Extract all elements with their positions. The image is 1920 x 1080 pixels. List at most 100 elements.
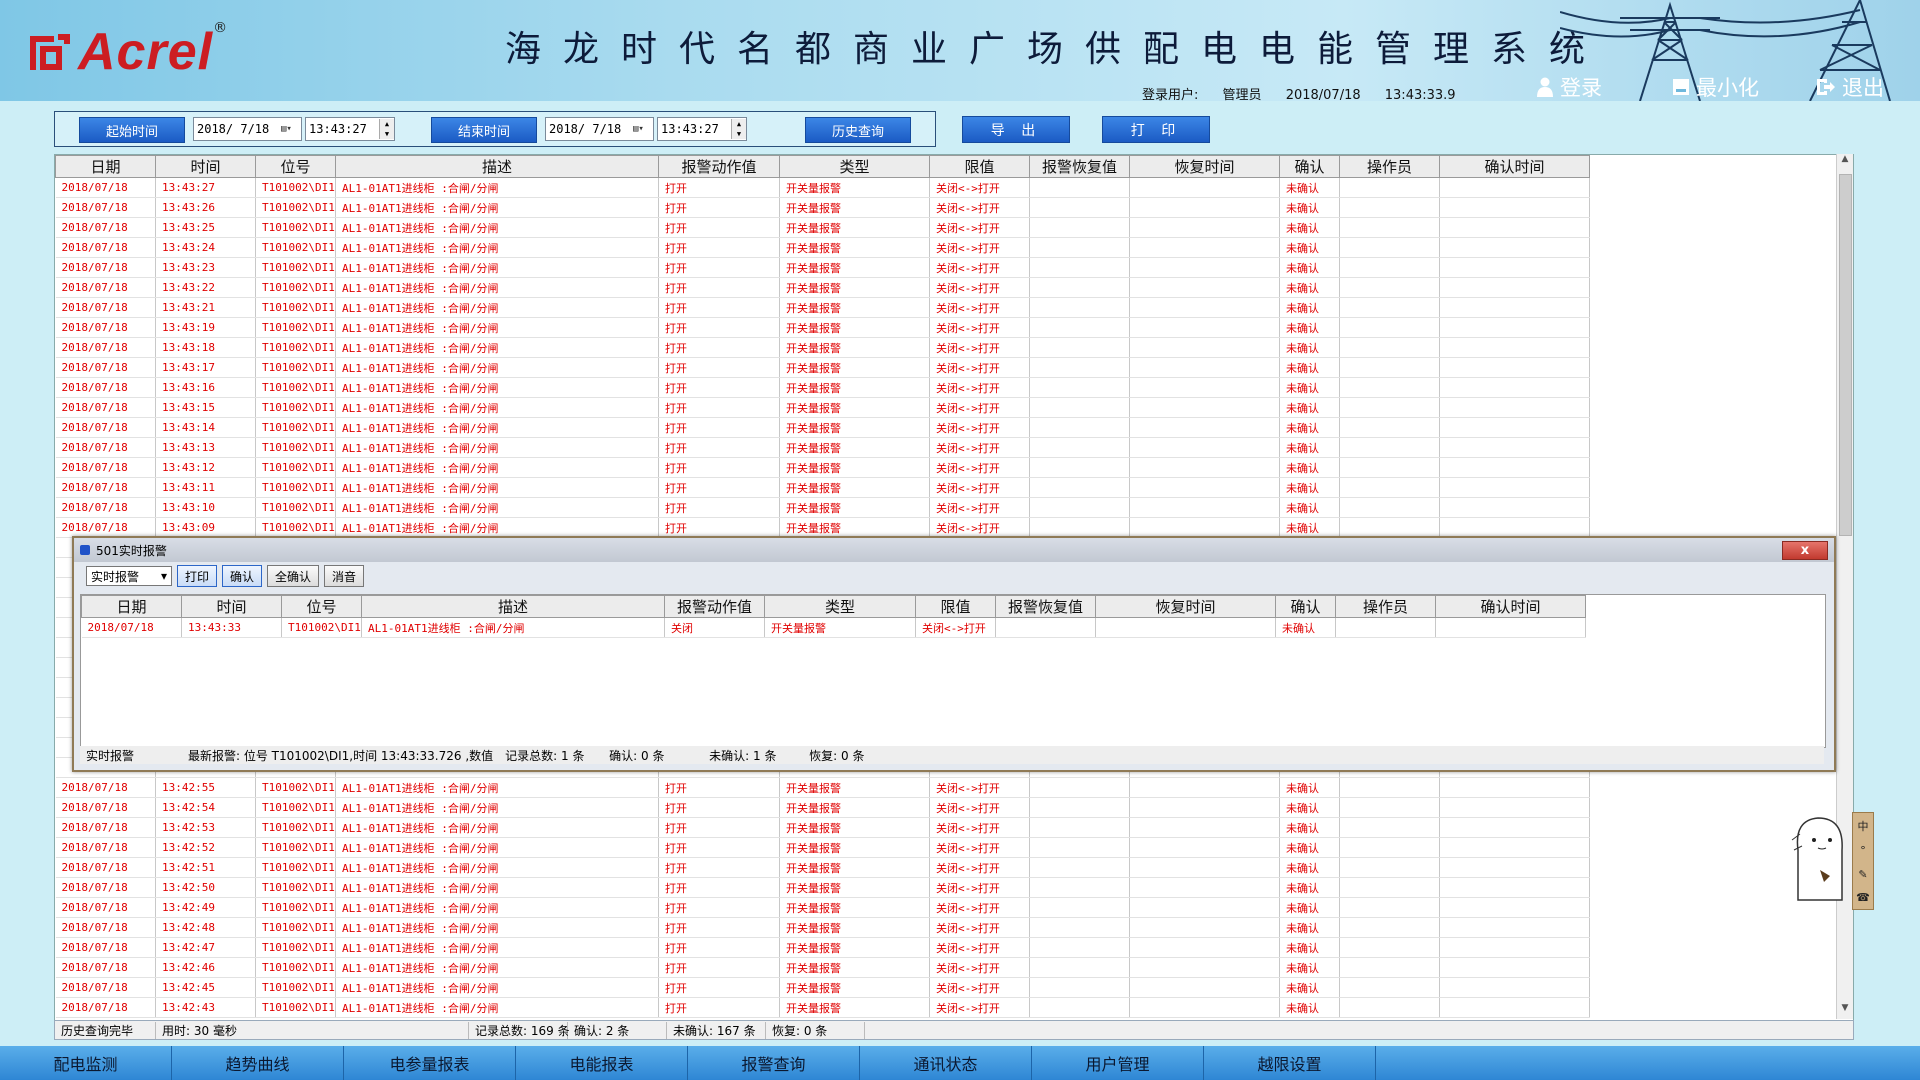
table-row[interactable]: 2018/07/18 13:42:51 T101002\DI1 AL1-01AT1进线… [55,857,1590,878]
column-header[interactable]: 确认 [1279,155,1340,178]
start-date-picker[interactable]: 2018/ 7/18 ▤▾ [193,117,302,141]
export-button[interactable]: 导 出 [962,116,1070,143]
nav-power-monitor[interactable]: 配电监测 [0,1046,172,1080]
cell-confirm: 未确认 [1279,317,1340,338]
table-row[interactable]: 2018/07/18 13:43:17 T101002\DI1 AL1-01AT1进线… [55,357,1590,378]
table-row[interactable]: 2018/07/18 13:43:18 T101002\DI1 AL1-01AT1进线… [55,337,1590,358]
calendar-dropdown-icon[interactable]: ▤▾ [633,124,653,134]
table-row[interactable]: 2018/07/18 13:42:54 T101002\DI1 AL1-01AT1进线… [55,797,1590,818]
alarm-mode-select[interactable]: 实时报警 ▾ [86,566,172,586]
cell-time: 13:43:21 [155,297,256,318]
start-time-picker[interactable]: 13:43:27 ▲ ▼ [305,117,395,141]
table-row[interactable]: 2018/07/18 13:43:16 T101002\DI1 AL1-01AT1进线… [55,377,1590,398]
scroll-up-icon[interactable]: ▲ [1837,154,1853,170]
table-row[interactable]: 2018/07/18 13:42:49 T101002\DI1 AL1-01AT1进线… [55,897,1590,918]
cell-type: 开关量报警 [779,237,930,258]
cell-date: 2018/07/18 [55,877,156,898]
column-header[interactable]: 报警动作值 [658,155,780,178]
nav-comm-status[interactable]: 通讯状态 [860,1046,1032,1080]
nav-alarm-query[interactable]: 报警查询 [688,1046,860,1080]
end-time-button[interactable]: 结束时间 [431,117,537,143]
column-header[interactable]: 报警恢复值 [1029,155,1130,178]
nav-limit-settings[interactable]: 越限设置 [1204,1046,1376,1080]
table-row[interactable]: 2018/07/18 13:43:21 T101002\DI1 AL1-01AT1进线… [55,297,1590,318]
table-row[interactable]: 2018/07/18 13:43:27 T101002\DI1 AL1-01AT1进线… [55,177,1590,198]
table-row[interactable]: 2018/07/18 13:42:43 T101002\DI1 AL1-01AT1进线… [55,997,1590,1018]
cell-time: 13:42:43 [155,997,256,1018]
table-row[interactable]: 2018/07/18 13:43:10 T101002\DI1 AL1-01AT1进线… [55,497,1590,518]
column-header[interactable]: 日期 [81,595,182,618]
ime-pen-icon[interactable]: ✎ [1858,868,1867,881]
popup-mute-button[interactable]: 消音 [324,565,365,587]
table-row[interactable]: 2018/07/18 13:42:45 T101002\DI1 AL1-01AT1进线… [55,977,1590,998]
column-header[interactable]: 限值 [915,595,996,618]
ime-phone-icon[interactable]: ☎ [1856,891,1870,904]
close-button[interactable]: x [1782,541,1828,560]
table-row[interactable]: 2018/07/18 13:42:46 T101002\DI1 AL1-01AT1进线… [55,957,1590,978]
cell-desc: AL1-01AT1进线柜 :合闸/分闸 [335,257,659,278]
column-header[interactable]: 操作员 [1335,595,1436,618]
table-row[interactable]: 2018/07/18 13:43:22 T101002\DI1 AL1-01AT1进线… [55,277,1590,298]
popup-confirm-all-button[interactable]: 全确认 [267,565,320,587]
table-row[interactable]: 2018/07/18 13:43:13 T101002\DI1 AL1-01AT1进线… [55,437,1590,458]
column-header[interactable]: 恢复时间 [1095,595,1276,618]
table-row[interactable]: 2018/07/18 13:43:12 T101002\DI1 AL1-01AT1进线… [55,457,1590,478]
nav-trend-curve[interactable]: 趋势曲线 [172,1046,344,1080]
table-row[interactable]: 2018/07/18 13:43:26 T101002\DI1 AL1-01AT1进线… [55,197,1590,218]
end-date-picker[interactable]: 2018/ 7/18 ▤▾ [545,117,654,141]
column-header[interactable]: 报警动作值 [664,595,765,618]
column-header[interactable]: 时间 [155,155,256,178]
nav-user-management[interactable]: 用户管理 [1032,1046,1204,1080]
nav-energy-report[interactable]: 电能报表 [516,1046,688,1080]
end-time-picker[interactable]: 13:43:27 ▲ ▼ [657,117,747,141]
table-row[interactable]: 2018/07/18 13:42:53 T101002\DI1 AL1-01AT1进线… [55,817,1590,838]
column-header[interactable]: 操作员 [1339,155,1440,178]
history-query-button[interactable]: 历史查询 [805,117,911,143]
table-row[interactable]: 2018/07/18 13:43:14 T101002\DI1 AL1-01AT1进线… [55,417,1590,438]
column-header[interactable]: 确认时间 [1439,155,1590,178]
ime-chinese-icon[interactable]: 中 [1858,818,1869,834]
time-spinner-icon[interactable]: ▲ ▼ [379,119,394,139]
exit-button[interactable]: 退出 [1816,76,1884,100]
table-row[interactable]: 2018/07/18 13:43:11 T101002\DI1 AL1-01AT1进线… [55,477,1590,498]
table-row[interactable]: 2018/07/18 13:43:33 T101002\DI1 AL1-01AT… [81,617,1586,638]
start-time-button[interactable]: 起始时间 [79,117,185,143]
nav-electric-param-report[interactable]: 电参量报表 [344,1046,516,1080]
table-row[interactable]: 2018/07/18 13:42:50 T101002\DI1 AL1-01AT1进线… [55,877,1590,898]
popup-titlebar[interactable]: 501实时报警 [74,538,1834,562]
scroll-thumb[interactable] [1839,174,1852,536]
column-header[interactable]: 位号 [281,595,362,618]
print-button[interactable]: 打 印 [1102,116,1210,143]
table-row[interactable]: 2018/07/18 13:42:48 T101002\DI1 AL1-01AT1进线… [55,917,1590,938]
table-row[interactable]: 2018/07/18 13:43:09 T101002\DI1 AL1-01AT1进线… [55,517,1590,538]
table-row[interactable]: 2018/07/18 13:43:15 T101002\DI1 AL1-01AT1进线… [55,397,1590,418]
table-row[interactable]: 2018/07/18 13:42:47 T101002\DI1 AL1-01AT1进线… [55,937,1590,958]
popup-confirm-button[interactable]: 确认 [222,565,263,587]
column-header[interactable]: 日期 [55,155,156,178]
column-header[interactable]: 类型 [764,595,916,618]
table-row[interactable]: 2018/07/18 13:43:25 T101002\DI1 AL1-01AT1进线… [55,217,1590,238]
column-header[interactable]: 确认 [1275,595,1336,618]
ime-toolbar[interactable]: 中 ° ✎ ☎ [1852,812,1874,910]
column-header[interactable]: 限值 [929,155,1030,178]
calendar-dropdown-icon[interactable]: ▤▾ [281,124,301,134]
column-header[interactable]: 恢复时间 [1129,155,1280,178]
column-header[interactable]: 时间 [181,595,282,618]
column-header[interactable]: 类型 [779,155,930,178]
column-header[interactable]: 位号 [255,155,336,178]
table-row[interactable]: 2018/07/18 13:43:23 T101002\DI1 AL1-01AT1进线… [55,257,1590,278]
table-row[interactable]: 2018/07/18 13:42:52 T101002\DI1 AL1-01AT1进线… [55,837,1590,858]
column-header[interactable]: 确认时间 [1435,595,1586,618]
minimize-button[interactable]: 最小化 [1672,76,1759,100]
column-header[interactable]: 描述 [361,595,665,618]
ime-punct-icon[interactable]: ° [1860,844,1866,857]
table-row[interactable]: 2018/07/18 13:43:24 T101002\DI1 AL1-01AT1进线… [55,237,1590,258]
scroll-down-icon[interactable]: ▼ [1837,1003,1853,1019]
table-row[interactable]: 2018/07/18 13:42:55 T101002\DI1 AL1-01AT1进线… [55,777,1590,798]
column-header[interactable]: 报警恢复值 [995,595,1096,618]
login-button[interactable]: 登录 [1536,76,1602,100]
time-spinner-icon[interactable]: ▲ ▼ [731,119,746,139]
column-header[interactable]: 描述 [335,155,659,178]
table-row[interactable]: 2018/07/18 13:43:19 T101002\DI1 AL1-01AT1进线… [55,317,1590,338]
popup-print-button[interactable]: 打印 [177,565,218,587]
